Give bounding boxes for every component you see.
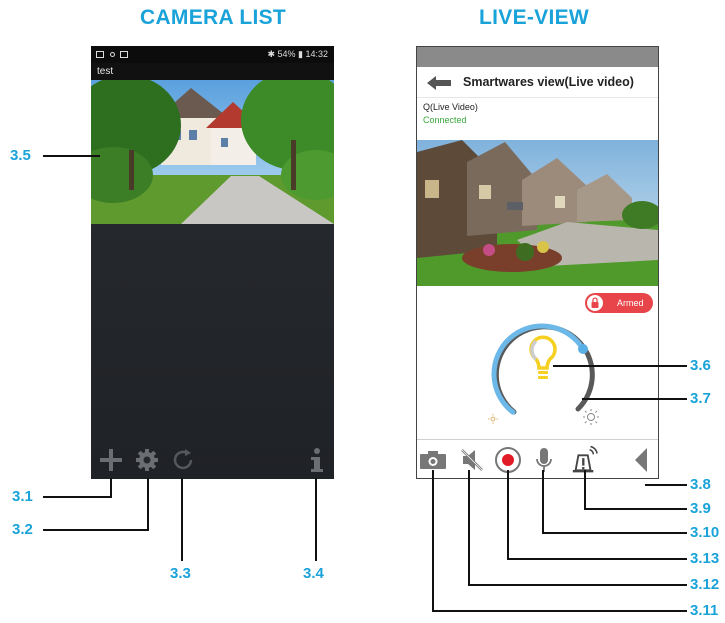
live-view-header: Smartwares view(Live video)	[417, 67, 658, 98]
siren-icon	[572, 445, 598, 473]
callout-3-13: 3.13	[690, 550, 720, 567]
live-view-heading: LIVE-VIEW	[479, 6, 590, 29]
callout-3-6: 3.6	[690, 357, 711, 374]
info-button[interactable]	[303, 446, 331, 474]
camera-icon	[420, 451, 446, 469]
plus-icon	[100, 449, 122, 471]
callout-3-2: 3.2	[12, 521, 33, 538]
camera-thumbnail[interactable]	[91, 80, 334, 224]
status-bar-time: 54% ▮ 14:32	[277, 49, 329, 59]
callout-3-4: 3.4	[303, 565, 324, 582]
siren-button[interactable]	[570, 445, 598, 474]
refresh-button[interactable]	[169, 446, 197, 474]
status-bar-left-icons	[96, 49, 131, 59]
light-bulb-icon	[529, 335, 557, 379]
live-view-screen: Smartwares view(Live video) Q(Live Video…	[416, 46, 659, 479]
callout-3-5: 3.5	[10, 147, 31, 164]
camera-list-area	[91, 224, 334, 479]
camera-name: Q(Live Video)	[423, 102, 478, 112]
status-bar: ✱ 54% ▮ 14:32	[91, 46, 334, 63]
dot-icon	[109, 52, 115, 58]
mail-icon	[120, 51, 129, 59]
collapse-button[interactable]	[627, 446, 655, 474]
callout-3-11: 3.11	[690, 602, 719, 619]
lock-icon	[587, 295, 603, 311]
armed-label: Armed	[617, 298, 644, 308]
mute-button[interactable]	[458, 446, 486, 474]
callout-3-1: 3.1	[12, 488, 33, 505]
record-button[interactable]	[494, 446, 522, 474]
microphone-icon	[536, 448, 552, 472]
record-icon	[495, 447, 521, 473]
arm-toggle[interactable]: Armed	[585, 293, 653, 313]
snapshot-button[interactable]	[419, 446, 447, 474]
brightness-low-icon	[488, 414, 498, 424]
live-view-toolbar	[417, 439, 658, 478]
image-icon	[96, 51, 104, 59]
refresh-icon	[173, 449, 193, 470]
page-title: Smartwares view(Live video)	[463, 75, 634, 89]
callout-3-12: 3.12	[690, 576, 720, 593]
add-camera-button[interactable]	[97, 446, 125, 474]
bluetooth-icon: ✱	[267, 49, 275, 59]
callout-3-10: 3.10	[690, 524, 720, 541]
callout-3-7: 3.7	[690, 390, 711, 407]
back-arrow-icon[interactable]	[427, 75, 451, 91]
callout-3-3: 3.3	[170, 565, 191, 582]
gear-icon	[136, 449, 158, 471]
camera-name: test	[91, 63, 334, 80]
dial-knob	[578, 344, 588, 354]
live-video-feed[interactable]	[417, 140, 658, 286]
brightness-high-icon	[583, 409, 599, 425]
callout-3-8: 3.8	[690, 476, 711, 493]
info-icon	[311, 448, 323, 472]
camera-list-screen: ✱ 54% ▮ 14:32 test	[91, 46, 334, 479]
collapse-arrow-icon	[635, 448, 647, 472]
status-bar-right: ✱ 54% ▮ 14:32	[267, 49, 328, 60]
callout-3-9: 3.9	[690, 500, 711, 517]
connection-status: Connected	[423, 115, 467, 125]
talk-button[interactable]	[530, 446, 558, 474]
status-bar	[417, 47, 658, 67]
camera-list-heading: CAMERA LIST	[140, 6, 287, 29]
light-brightness-dial[interactable]	[477, 319, 607, 429]
settings-button[interactable]	[133, 446, 161, 474]
mute-icon	[461, 449, 483, 471]
